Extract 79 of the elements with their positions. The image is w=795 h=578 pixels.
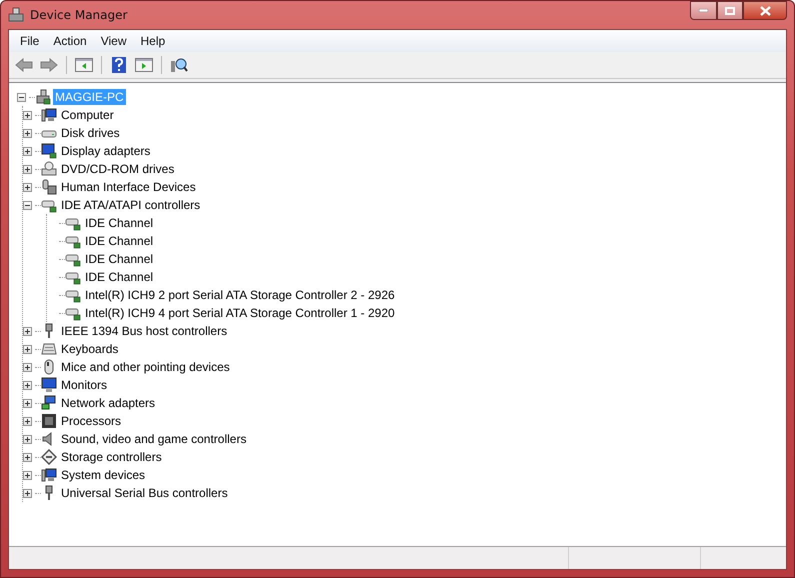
maximize-button[interactable] (717, 1, 743, 20)
plus-icon (24, 454, 31, 460)
tree-item[interactable]: IEEE 1394 Bus host controllers (59, 323, 230, 339)
expand-button[interactable] (23, 452, 32, 462)
tree-item[interactable]: Monitors (59, 377, 110, 393)
tree-item[interactable]: IDE Channel (83, 233, 156, 249)
plus-icon (24, 328, 31, 334)
expand-button[interactable] (23, 146, 32, 156)
network-device-icon (41, 395, 57, 411)
collapse-button[interactable] (23, 200, 32, 210)
tree-item[interactable]: IDE Channel (83, 269, 156, 285)
hid-device-icon (41, 179, 57, 195)
tree-item[interactable]: IDE Channel (83, 251, 156, 267)
plus-icon (24, 382, 31, 388)
expand-button[interactable] (23, 164, 32, 174)
expand-button[interactable] (23, 110, 32, 120)
plus-icon (24, 436, 31, 442)
close-icon (760, 6, 770, 16)
tree-item[interactable]: Intel(R) ICH9 4 port Serial ATA Storage Controller 1 - 2920 (83, 305, 397, 321)
menu-item[interactable]: File (13, 32, 46, 50)
tree-item[interactable]: Computer (59, 107, 116, 123)
expand-button[interactable] (23, 344, 32, 354)
tree-item[interactable]: Network adapters (59, 395, 158, 411)
plus-icon (24, 364, 31, 370)
expand-button[interactable] (23, 128, 32, 138)
close-button[interactable] (743, 1, 787, 20)
menu-item[interactable]: Action (46, 32, 94, 50)
tree-item[interactable]: Processors (59, 413, 124, 429)
display-device-icon (41, 143, 57, 159)
processor-device-icon (41, 413, 57, 429)
tree-item[interactable]: System devices (59, 467, 148, 483)
expand-button[interactable] (23, 182, 32, 192)
expand-button[interactable] (23, 398, 32, 408)
plus-icon (24, 346, 31, 352)
tree-item[interactable]: Disk drives (59, 125, 122, 141)
tree-item[interactable]: Mice and other pointing devices (59, 359, 232, 375)
tree-item[interactable]: Display adapters (59, 143, 152, 159)
expand-button[interactable] (23, 380, 32, 390)
storage-device-icon (41, 449, 57, 465)
expand-button[interactable] (23, 326, 32, 336)
menu-item[interactable]: View (94, 32, 134, 50)
computer-icon (8, 7, 24, 23)
tree-item[interactable]: IDE Channel (83, 215, 156, 231)
plus-icon (24, 148, 31, 154)
menu-item[interactable]: Help (134, 32, 172, 50)
plus-icon (24, 400, 31, 406)
plus-icon (24, 472, 31, 478)
plus-icon (24, 166, 31, 172)
tree-item[interactable]: Human Interface Devices (59, 179, 198, 195)
tree-item[interactable]: Keyboards (59, 341, 120, 357)
scan-hardware-icon (170, 57, 188, 73)
tree-item[interactable]: IDE ATA/ATAPI controllers (59, 197, 202, 213)
back-arrow-icon (15, 58, 33, 72)
plus-icon (24, 112, 31, 118)
tree-item[interactable]: Storage controllers (59, 449, 164, 465)
help-icon (112, 57, 126, 73)
minimize-icon (699, 9, 708, 12)
expand-button[interactable] (23, 488, 32, 498)
forward-arrow-icon (40, 58, 58, 72)
tree-item[interactable]: Sound, video and game controllers (59, 431, 248, 447)
dvd-device-icon (41, 161, 57, 177)
expand-button[interactable] (23, 434, 32, 444)
minimize-button[interactable] (690, 1, 717, 20)
tree-item[interactable]: Intel(R) ICH9 2 port Serial ATA Storage Controller 2 - 2926 (83, 287, 397, 303)
keyboard-device-icon (41, 341, 57, 357)
expand-button[interactable] (23, 362, 32, 372)
panel-icon (75, 58, 93, 72)
window-title: Device Manager (30, 8, 128, 22)
maximize-icon (725, 6, 735, 14)
plus-icon (24, 418, 31, 424)
expand-button[interactable] (23, 416, 32, 426)
plus-icon (24, 490, 31, 496)
plus-icon (24, 184, 31, 190)
collapse-button[interactable] (17, 92, 26, 102)
tree-item[interactable]: DVD/CD-ROM drives (59, 161, 176, 177)
plus-icon (24, 130, 31, 136)
panel-icon (135, 58, 153, 72)
tree-item[interactable]: Universal Serial Bus controllers (59, 485, 230, 501)
expand-button[interactable] (23, 470, 32, 480)
